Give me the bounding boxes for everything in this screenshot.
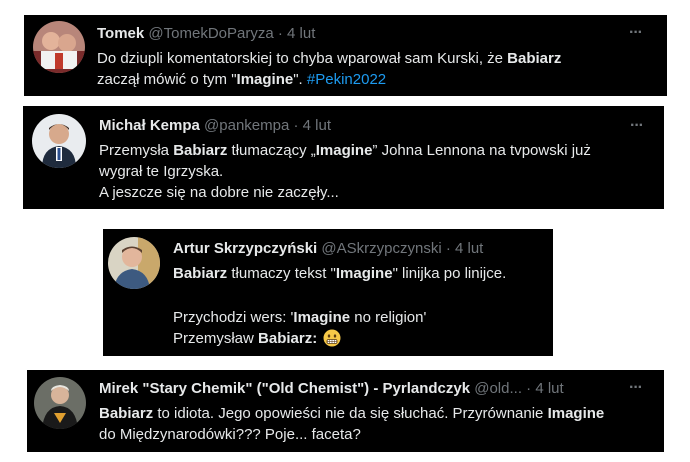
tweet-card-mirek[interactable]: Mirek "Stary Chemik" ("Old Chemist") - P…: [27, 370, 664, 452]
author-name[interactable]: Michał Kempa: [99, 117, 200, 134]
tweet-text-line-3: Przemysław Babiarz:: [173, 328, 341, 349]
author-name[interactable]: Mirek "Stary Chemik" ("Old Chemist") - P…: [99, 380, 470, 397]
separator-dot: ·: [445, 240, 451, 257]
tweet-card-kempa[interactable]: Michał Kempa @pankempa · 4 lut ··· Przem…: [23, 106, 664, 209]
tweet-header: Tomek @TomekDoParyza · 4 lut: [97, 24, 315, 43]
author-handle[interactable]: @old...: [474, 380, 522, 397]
separator-dot: ·: [277, 25, 283, 42]
tweet-text-line-1: Do dziupli komentatorskiej to chyba wpar…: [97, 50, 562, 67]
tweet-text-line-1: Przemysła Babiarz tłumaczący „Imagine” J…: [99, 142, 591, 159]
tweet-text-line-2: zaczął mówić o tym "Imagine". #Pekin2022: [97, 71, 387, 88]
tweet-header: Mirek "Stary Chemik" ("Old Chemist") - P…: [99, 379, 564, 398]
timestamp[interactable]: 4 lut: [287, 25, 315, 42]
tweet-header: Artur Skrzypczyński @ASkrzypczynski · 4 …: [173, 239, 483, 258]
tweet-header: Michał Kempa @pankempa · 4 lut: [99, 116, 331, 135]
avatar-photo-icon: [32, 114, 86, 168]
tweet-text-line-3: A jeszcze się na dobre nie zaczęły...: [99, 184, 339, 201]
timestamp[interactable]: 4 lut: [535, 380, 563, 397]
timestamp[interactable]: 4 lut: [303, 117, 331, 134]
avatar-photo-icon: [108, 237, 160, 289]
more-options-icon[interactable]: ···: [629, 380, 643, 396]
more-options-icon[interactable]: ···: [629, 25, 643, 41]
avatar-kempa[interactable]: [32, 114, 86, 168]
tweet-text-line-1: Babiarz to idiota. Jego opowieści nie da…: [99, 405, 605, 422]
tweet-card-skrzypczynski[interactable]: Artur Skrzypczyński @ASkrzypczynski · 4 …: [103, 229, 553, 356]
avatar-photo-icon: [33, 21, 85, 73]
avatar-skrzypczynski[interactable]: [108, 237, 160, 289]
author-handle[interactable]: @ASkrzypczynski: [321, 240, 441, 257]
author-handle[interactable]: @TomekDoParyza: [148, 25, 273, 42]
tweet-card-tomek[interactable]: Tomek @TomekDoParyza · 4 lut ··· Do dziu…: [24, 15, 667, 96]
hashtag-link[interactable]: #Pekin2022: [307, 71, 386, 88]
author-name[interactable]: Tomek: [97, 25, 144, 42]
author-name[interactable]: Artur Skrzypczyński: [173, 240, 317, 257]
author-handle[interactable]: @pankempa: [204, 117, 289, 134]
separator-dot: ·: [526, 380, 532, 397]
timestamp[interactable]: 4 lut: [455, 240, 483, 257]
grimacing-face-emoji-icon: [323, 329, 341, 347]
avatar-photo-icon: [34, 377, 86, 429]
tweet-text-line-1: Babiarz tłumaczy tekst "Imagine" linijka…: [173, 265, 507, 282]
avatar-tomek[interactable]: [33, 21, 85, 73]
tweet-text-line-2: Przychodzi wers: 'Imagine no religion': [173, 309, 427, 326]
avatar-mirek[interactable]: [34, 377, 86, 429]
more-options-icon[interactable]: ···: [630, 118, 644, 134]
separator-dot: ·: [293, 117, 299, 134]
tweet-text-line-2: wygrał te Igrzyska.: [99, 163, 224, 180]
tweet-text-line-2: do Międzynarodówki??? Poje... faceta?: [99, 426, 361, 443]
